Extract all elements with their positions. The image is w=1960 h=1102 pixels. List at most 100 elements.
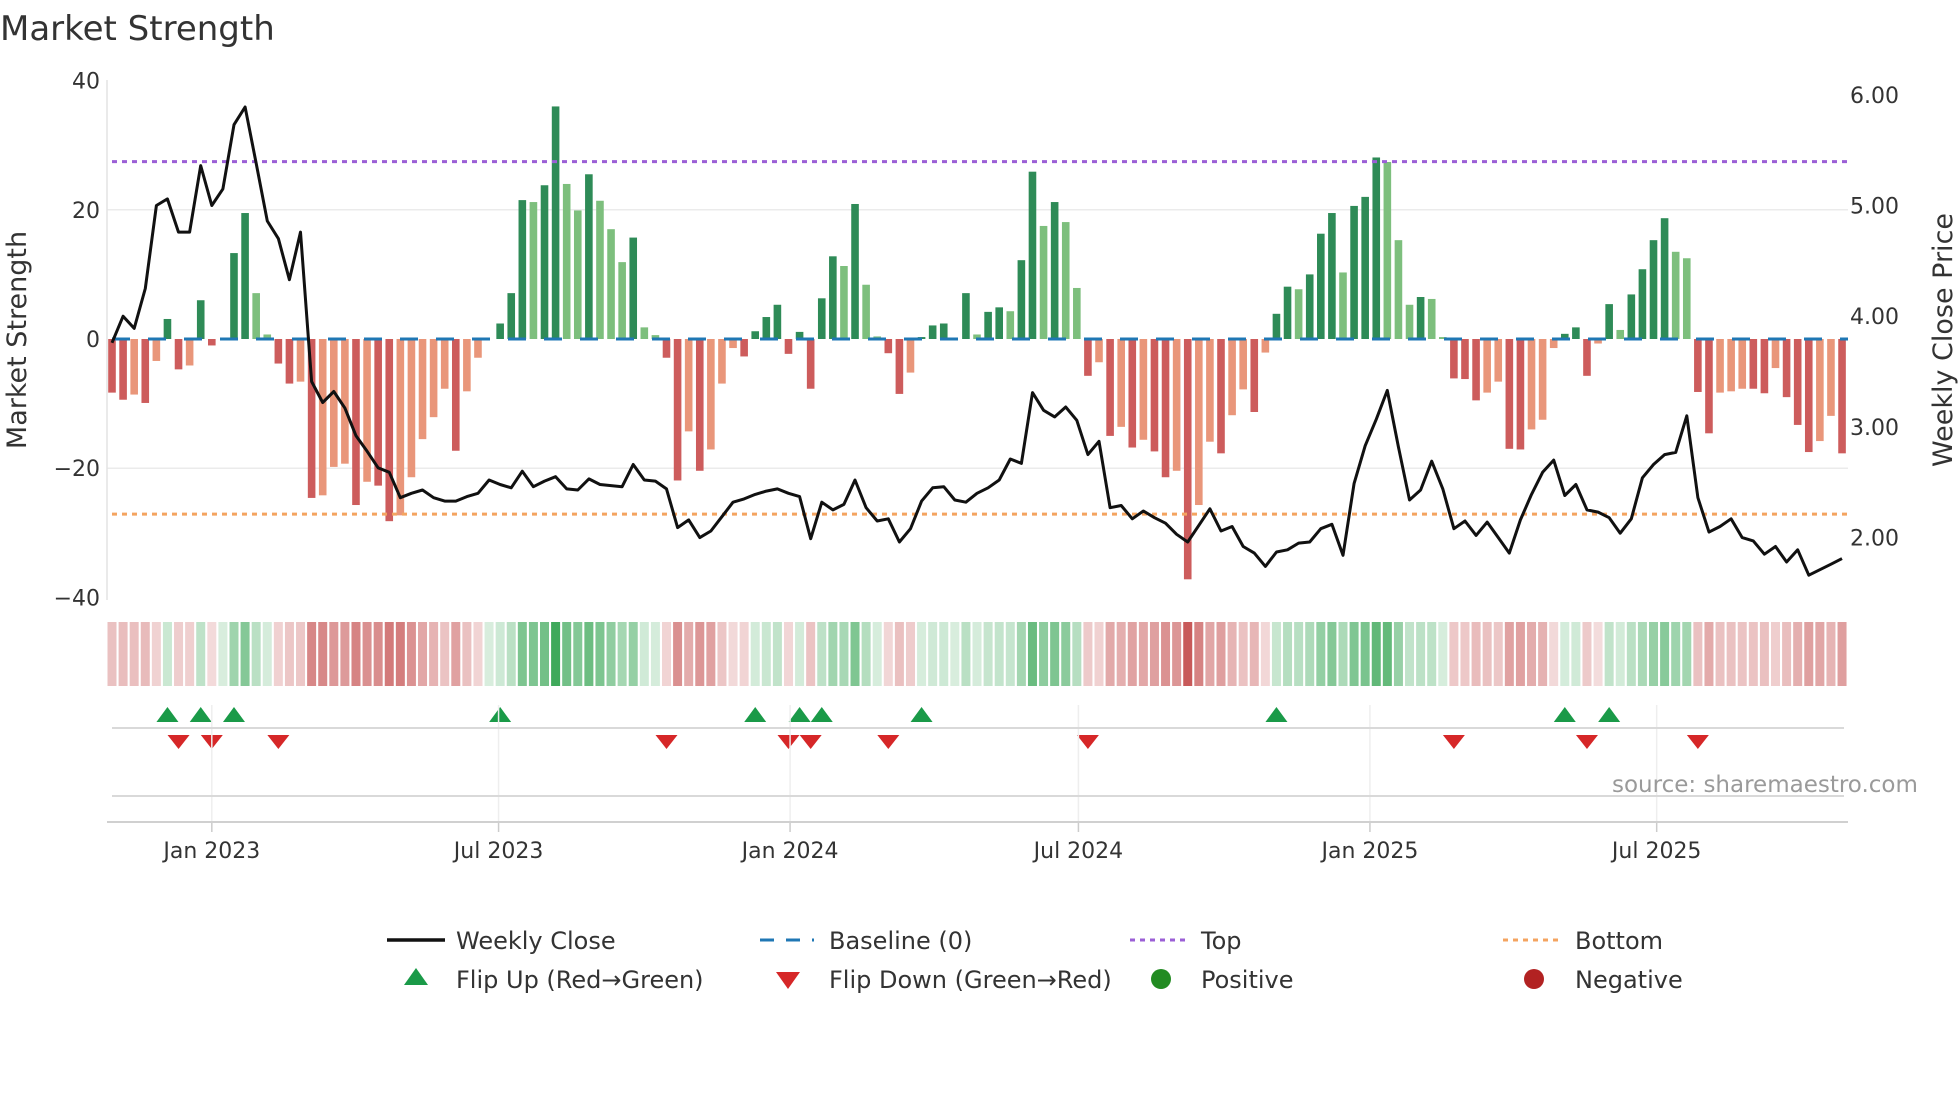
strength-bar-negative	[684, 339, 693, 432]
heat-cell	[1283, 622, 1293, 686]
strength-bar-positive	[1427, 298, 1436, 339]
strength-bar-positive	[1039, 225, 1048, 339]
strength-bar-negative	[152, 339, 161, 361]
left-tick-label: 40	[72, 70, 100, 95]
heat-cell	[218, 622, 228, 686]
heat-cell	[1538, 622, 1548, 686]
legend-flip-down-label: Flip Down (Green→Red)	[829, 966, 1112, 994]
flip-up-marker	[788, 707, 811, 722]
heat-cell	[1460, 622, 1470, 686]
strength-bar-positive	[496, 323, 504, 339]
strength-bar-negative	[1771, 339, 1780, 369]
strength-bar-negative	[1505, 339, 1514, 449]
strength-bar-negative	[285, 339, 294, 384]
strength-bar-negative	[673, 339, 682, 481]
heat-cell	[1759, 622, 1769, 686]
strength-bar-positive	[1638, 269, 1647, 339]
heat-cell	[1371, 622, 1381, 686]
heat-cell	[462, 622, 472, 686]
strength-bar-positive	[1017, 260, 1026, 339]
flip-up-marker	[489, 707, 512, 722]
heat-cell	[1216, 622, 1226, 686]
date-tick-label: Jul 2023	[452, 839, 544, 864]
strength-bar-negative	[130, 339, 138, 395]
heat-cell	[1793, 622, 1803, 686]
strength-bar-positive	[995, 307, 1003, 339]
legend-baseline-label: Baseline (0)	[829, 927, 972, 955]
heat-cell	[1183, 622, 1193, 686]
strength-bar-negative	[1760, 339, 1769, 394]
strength-bar-negative	[208, 339, 216, 346]
strength-bar-positive	[1627, 294, 1636, 339]
flip-down-marker	[167, 735, 190, 749]
strength-bar-negative	[274, 339, 283, 364]
strength-bar-negative	[1694, 339, 1702, 392]
strength-bar-negative	[784, 339, 793, 354]
flip-up-marker	[910, 707, 933, 722]
heat-cell	[162, 622, 172, 686]
legend-flip-down-icon	[776, 972, 800, 989]
strength-bar-negative	[1250, 339, 1259, 412]
heat-cell	[673, 622, 683, 686]
heat-cell	[1482, 622, 1492, 686]
heat-cell	[196, 622, 206, 686]
heat-cell	[262, 622, 272, 686]
heat-cell	[296, 622, 306, 686]
strength-bar-negative	[695, 339, 704, 471]
strength-bar-positive	[596, 200, 604, 339]
strength-bar-negative	[1816, 339, 1824, 442]
right-tick-label: 5.00	[1850, 195, 1899, 220]
heat-cell	[1560, 622, 1570, 686]
heat-cell	[151, 622, 161, 686]
heat-cell	[806, 622, 816, 686]
strength-bar-negative	[1827, 339, 1835, 416]
legend-positive-label: Positive	[1201, 966, 1294, 994]
legend-flip-up-icon	[404, 968, 428, 985]
heat-cell	[795, 622, 805, 686]
heat-cell	[1061, 622, 1071, 686]
heat-cell	[1149, 622, 1159, 686]
strength-bar-negative	[1782, 339, 1791, 398]
strength-bar-positive	[1649, 240, 1658, 339]
legend-negative-icon	[1524, 969, 1544, 989]
heat-cell	[1194, 622, 1204, 686]
strength-bar-positive	[1605, 304, 1613, 339]
strength-bar-positive	[1272, 313, 1281, 339]
heat-cell	[1782, 622, 1792, 686]
heat-cell	[1327, 622, 1337, 686]
legend-negative-label: Negative	[1575, 966, 1683, 994]
heat-cell	[994, 622, 1004, 686]
heat-cell	[1748, 622, 1758, 686]
heat-cell	[595, 622, 605, 686]
strength-bar-positive	[1383, 161, 1392, 339]
left-axis-title: Market Strength	[2, 231, 33, 449]
strength-bar-positive	[817, 298, 826, 339]
heat-cell	[1726, 622, 1736, 686]
heat-cell	[1549, 622, 1559, 686]
strength-bar-positive	[1405, 304, 1414, 339]
strength-bar-negative	[385, 339, 394, 522]
strength-bar-negative	[1727, 339, 1735, 392]
flip-down-marker	[1076, 735, 1099, 749]
strength-bar-positive	[1317, 233, 1325, 339]
heat-cell	[706, 622, 716, 686]
right-tick-label: 3.00	[1850, 416, 1899, 441]
heat-cell	[1039, 622, 1049, 686]
date-tick-label: Jul 2025	[1610, 839, 1702, 864]
strength-bar-negative	[451, 339, 460, 451]
strength-bar-negative	[662, 339, 671, 358]
strength-bar-negative	[108, 339, 116, 393]
strength-bar-positive	[640, 327, 649, 339]
heat-cell	[418, 622, 428, 686]
heat-cell	[928, 622, 938, 686]
strength-bar-positive	[1394, 240, 1403, 339]
heat-cell	[429, 622, 439, 686]
strength-bar-positive	[840, 266, 848, 339]
heat-cell	[562, 622, 572, 686]
strength-bar-positive	[1305, 274, 1314, 339]
heat-cell	[684, 622, 694, 686]
heat-cell	[1715, 622, 1725, 686]
heat-cell	[861, 622, 871, 686]
heat-cell	[783, 622, 793, 686]
strength-bar-negative	[1450, 339, 1458, 379]
